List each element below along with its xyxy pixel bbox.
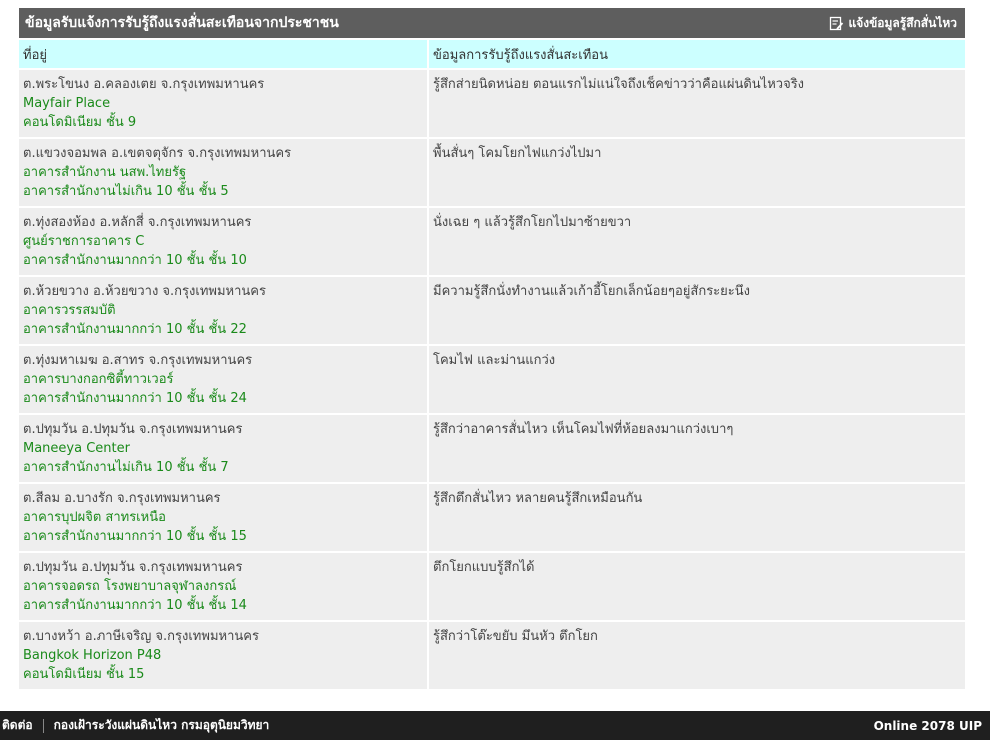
table-row: ต.พระโขนง อ.คลองเตย จ.กรุงเทพมหานคร Mayfa… <box>19 70 965 137</box>
felt-info-text: รู้สึกส่ายนิดหน่อย ตอนแรกไม่แน่ใจถึงเช็ค… <box>433 77 805 92</box>
district-text: ต.พระโขนง อ.คลองเตย จ.กรุงเทพมหานคร <box>23 77 265 92</box>
felt-info-text: รู้สึกตึกสั่นไหว หลายคนรู้สึกเหมือนกัน <box>433 491 643 506</box>
table-body: ต.พระโขนง อ.คลองเตย จ.กรุงเทพมหานคร Mayfa… <box>19 70 965 689</box>
district-text: ต.ทุ่งมหาเมฆ อ.สาทร จ.กรุงเทพมหานคร <box>23 353 253 368</box>
felt-info-cell: รู้สึกตึกสั่นไหว หลายคนรู้สึกเหมือนกัน <box>429 484 965 551</box>
building-name: อาคารวรรสมบัติ <box>23 303 116 318</box>
district-text: ต.ปทุมวัน อ.ปทุมวัน จ.กรุงเทพมหานคร <box>23 560 243 575</box>
footer-bar: ติดต่อ กองเฝ้าระวังแผ่นดินไหว กรมอุตุนิย… <box>0 711 990 740</box>
felt-report-panel: ข้อมูลรับแจ้งการรับรู้ถึงแรงสั่นสะเทือนจ… <box>19 8 965 691</box>
address-cell: ต.ห้วยขวาง อ.ห้วยขวาง จ.กรุงเทพมหานครอาค… <box>19 277 429 344</box>
floor-text: อาคารสำนักงานมากกว่า 10 ชั้น ชั้น 15 <box>23 529 247 544</box>
address-cell: ต.สีลม อ.บางรัก จ.กรุงเทพมหานครอาคารบุปผ… <box>19 484 429 551</box>
felt-info-cell: รู้สึกส่ายนิดหน่อย ตอนแรกไม่แน่ใจถึงเช็ค… <box>429 70 965 137</box>
felt-info-cell: โคมไฟ และม่านแกว่ง <box>429 346 965 413</box>
report-felt-link[interactable]: แจ้งข้อมูลรู้สึกสั่นไหว <box>829 14 957 33</box>
address-cell: ต.ทุ่งมหาเมฆ อ.สาทร จ.กรุงเทพมหานครอาคาร… <box>19 346 429 413</box>
floor-text: คอนโดมิเนียม ชั้น 15 <box>23 667 145 682</box>
footer-contact-link[interactable]: ติดต่อ <box>2 716 33 735</box>
footer-divider <box>42 718 44 733</box>
building-name: อาคารสำนักงาน นสพ.ไทยรัฐ <box>23 165 187 180</box>
floor-text: อาคารสำนักงานมากกว่า 10 ชั้น ชั้น 24 <box>23 391 247 406</box>
table-row: ต.สีลม อ.บางรัก จ.กรุงเทพมหานครอาคารบุปผ… <box>19 484 965 551</box>
felt-info-text: พื้นสั่นๆ โคมโยกไฟแกว่งไปมา <box>433 146 602 161</box>
table-row: ต.ทุ่งมหาเมฆ อ.สาทร จ.กรุงเทพมหานครอาคาร… <box>19 346 965 413</box>
address-cell: ต.ปทุมวัน อ.ปทุมวัน จ.กรุงเทพมหานคร Manee… <box>19 415 429 482</box>
felt-report-table: ที่อยู่ ข้อมูลการรับรู้ถึงแรงสั่นสะเทือน… <box>19 38 965 691</box>
felt-info-text: รู้สึกว่าโต๊ะขยับ มึนหัว ตึกโยก <box>433 629 598 644</box>
online-status: Online 2078 UIP <box>873 718 982 733</box>
floor-text: อาคารสำนักงานมากกว่า 10 ชั้น ชั้น 10 <box>23 253 247 268</box>
felt-info-cell: ตึกโยกแบบรู้สึกได้ <box>429 553 965 620</box>
table-header-row: ที่อยู่ ข้อมูลการรับรู้ถึงแรงสั่นสะเทือน <box>19 40 965 68</box>
district-text: ต.ปทุมวัน อ.ปทุมวัน จ.กรุงเทพมหานคร <box>23 422 243 437</box>
district-text: ต.สีลม อ.บางรัก จ.กรุงเทพมหานคร <box>23 491 221 506</box>
district-text: ต.ห้วยขวาง อ.ห้วยขวาง จ.กรุงเทพมหานคร <box>23 284 266 299</box>
felt-info-text: ตึกโยกแบบรู้สึกได้ <box>433 560 535 575</box>
building-name: ศูนย์ราชการอาคาร C <box>23 234 145 249</box>
felt-info-cell: นั่งเฉย ๆ แล้วรู้สึกโยกไปมาซ้ายขวา <box>429 208 965 275</box>
floor-text: อาคารสำนักงานไม่เกิน 10 ชั้น ชั้น 7 <box>23 460 229 475</box>
address-cell: ต.พระโขนง อ.คลองเตย จ.กรุงเทพมหานคร Mayfa… <box>19 70 429 137</box>
address-cell: ต.ทุ่งสองห้อง อ.หลักสี่ จ.กรุงเทพมหานครศ… <box>19 208 429 275</box>
edit-note-icon <box>829 16 844 31</box>
address-cell: ต.แขวงจอมพล อ.เขตจตุจักร จ.กรุงเทพมหานคร… <box>19 139 429 206</box>
report-felt-label: แจ้งข้อมูลรู้สึกสั่นไหว <box>848 15 957 30</box>
felt-info-text: มีความรู้สึกนั่งทำงานแล้วเก้าอี้โยกเล็กน… <box>433 284 751 299</box>
table-row: ต.ปทุมวัน อ.ปทุมวัน จ.กรุงเทพมหานครอาคาร… <box>19 553 965 620</box>
floor-text: อาคารสำนักงานมากกว่า 10 ชั้น ชั้น 14 <box>23 598 247 613</box>
felt-info-text: รู้สึกว่าอาคารสั่นไหว เห็นโคมไฟที่ห้อยลง… <box>433 422 734 437</box>
felt-info-cell: รู้สึกว่าอาคารสั่นไหว เห็นโคมไฟที่ห้อยลง… <box>429 415 965 482</box>
table-row: ต.ห้วยขวาง อ.ห้วยขวาง จ.กรุงเทพมหานครอาค… <box>19 277 965 344</box>
building-name: Mayfair Place <box>23 96 111 111</box>
column-header-address: ที่อยู่ <box>19 40 429 68</box>
address-cell: ต.ปทุมวัน อ.ปทุมวัน จ.กรุงเทพมหานครอาคาร… <box>19 553 429 620</box>
felt-info-cell: พื้นสั่นๆ โคมโยกไฟแกว่งไปมา <box>429 139 965 206</box>
building-name: Bangkok Horizon P48 <box>23 648 162 663</box>
column-header-info: ข้อมูลการรับรู้ถึงแรงสั่นสะเทือน <box>429 40 965 68</box>
building-name: อาคารบางกอกซิตี้ทาวเวอร์ <box>23 372 174 387</box>
table-row: ต.ทุ่งสองห้อง อ.หลักสี่ จ.กรุงเทพมหานครศ… <box>19 208 965 275</box>
table-row: ต.ปทุมวัน อ.ปทุมวัน จ.กรุงเทพมหานคร Manee… <box>19 415 965 482</box>
district-text: ต.แขวงจอมพล อ.เขตจตุจักร จ.กรุงเทพมหานคร <box>23 146 292 161</box>
building-name: อาคารจอดรถ โรงพยาบาลจุฬาลงกรณ์ <box>23 579 237 594</box>
district-text: ต.บางหว้า อ.ภาษีเจริญ จ.กรุงเทพมหานคร <box>23 629 259 644</box>
table-row: ต.แขวงจอมพล อ.เขตจตุจักร จ.กรุงเทพมหานคร… <box>19 139 965 206</box>
floor-text: อาคารสำนักงานไม่เกิน 10 ชั้น ชั้น 5 <box>23 184 229 199</box>
building-name: Maneeya Center <box>23 441 130 456</box>
building-name: อาคารบุปผจิต สาทรเหนือ <box>23 510 166 525</box>
felt-info-cell: มีความรู้สึกนั่งทำงานแล้วเก้าอี้โยกเล็กน… <box>429 277 965 344</box>
felt-info-cell: รู้สึกว่าโต๊ะขยับ มึนหัว ตึกโยก <box>429 622 965 689</box>
felt-info-text: โคมไฟ และม่านแกว่ง <box>433 353 556 368</box>
panel-title-bar: ข้อมูลรับแจ้งการรับรู้ถึงแรงสั่นสะเทือนจ… <box>19 8 965 38</box>
panel-title: ข้อมูลรับแจ้งการรับรู้ถึงแรงสั่นสะเทือนจ… <box>25 15 339 31</box>
district-text: ต.ทุ่งสองห้อง อ.หลักสี่ จ.กรุงเทพมหานคร <box>23 215 252 230</box>
table-row: ต.บางหว้า อ.ภาษีเจริญ จ.กรุงเทพมหานคร Ban… <box>19 622 965 689</box>
floor-text: คอนโดมิเนียม ชั้น 9 <box>23 115 137 130</box>
felt-info-text: นั่งเฉย ๆ แล้วรู้สึกโยกไปมาซ้ายขวา <box>433 215 632 230</box>
floor-text: อาคารสำนักงานมากกว่า 10 ชั้น ชั้น 22 <box>23 322 247 337</box>
footer-org-link[interactable]: กองเฝ้าระวังแผ่นดินไหว กรมอุตุนิยมวิทยา <box>54 716 270 735</box>
address-cell: ต.บางหว้า อ.ภาษีเจริญ จ.กรุงเทพมหานคร Ban… <box>19 622 429 689</box>
